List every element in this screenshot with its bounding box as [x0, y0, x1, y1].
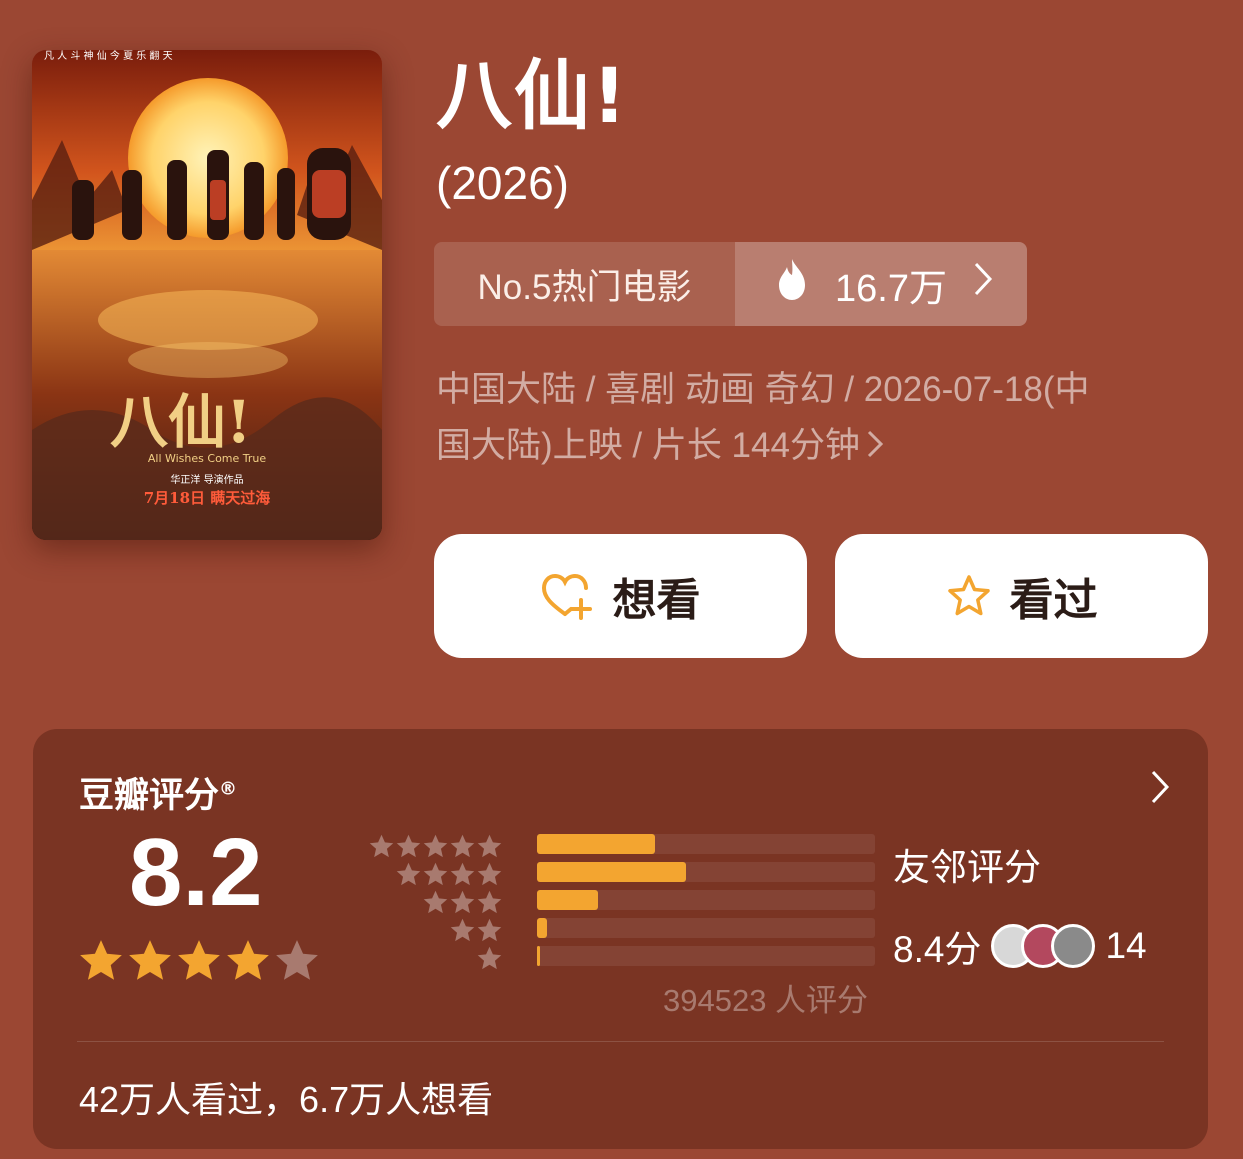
distribution-row-3: [367, 889, 967, 914]
heat-value: 16.7万: [835, 267, 947, 310]
poster-artwork: 凡 人 斗 神 仙 今 夏 乐 翻 天 八仙! All Wishes Come …: [32, 50, 382, 540]
star-small-icon: [476, 833, 503, 864]
rating-title: 豆瓣评分®: [79, 776, 238, 816]
distribution-bar-track: [537, 862, 875, 882]
distribution-bar-fill: [537, 834, 656, 854]
watch-stats: 42万人看过，6.7万人想看: [79, 1079, 494, 1120]
star-small-icon: [395, 861, 422, 892]
star-small-icon: [476, 917, 503, 948]
chevron-right-icon: [866, 420, 884, 476]
rating-score: 8.2: [129, 819, 263, 926]
meta-line-2: 国大陆)上映 / 片长 144分钟: [436, 426, 860, 465]
distribution-row-2: [367, 917, 967, 942]
star-small-icon: [422, 861, 449, 892]
star-outline-icon: [946, 573, 992, 619]
movie-meta[interactable]: 中国大陆 / 喜剧 动画 奇幻 / 2026-07-18(中 国大陆)上映 / …: [436, 362, 1196, 476]
distribution-row-4: [367, 861, 967, 886]
star-small-icon: [476, 861, 503, 892]
distribution-stars: [449, 917, 503, 948]
distribution-bar-track: [537, 834, 875, 854]
distribution-stars: [395, 861, 503, 892]
poster-release-line: 7月18日 瞒天过海: [144, 489, 271, 507]
rating-stars: [77, 937, 322, 989]
star-small-icon: [449, 861, 476, 892]
meta-line-1: 中国大陆 / 喜剧 动画 奇幻 / 2026-07-18(中: [436, 370, 1090, 409]
distribution-bar-fill: [537, 918, 548, 938]
star-filled-icon: [126, 937, 174, 989]
star-small-icon: [449, 889, 476, 920]
distribution-stars: [368, 833, 503, 864]
raters-count: 394523 人评分: [663, 983, 869, 1018]
want-to-watch-label: 想看: [612, 575, 701, 626]
friend-rating[interactable]: 8.4分 14: [893, 919, 1147, 973]
distribution-row-5: [367, 833, 967, 858]
distribution-bar-track: [537, 890, 875, 910]
chevron-right-icon: [973, 261, 993, 307]
distribution-row-1: [367, 945, 967, 970]
hot-rank-bar: No.5热门电影 16.7万: [434, 242, 1027, 326]
heat-button[interactable]: 16.7万: [735, 242, 1027, 326]
divider: [77, 1041, 1164, 1042]
friend-score-value: 8.4分: [893, 929, 982, 970]
watched-label: 看过: [1009, 575, 1098, 626]
distribution-stars: [422, 889, 503, 920]
star-empty-icon: [273, 937, 321, 989]
star-small-icon: [449, 917, 476, 948]
distribution-bar-fill: [537, 946, 541, 966]
poster-director: 华正洋 导演作品: [170, 473, 243, 486]
poster-tagline: 凡 人 斗 神 仙 今 夏 乐 翻 天: [44, 50, 173, 62]
movie-year: (2026): [436, 157, 569, 209]
star-small-icon: [449, 833, 476, 864]
star-small-icon: [395, 833, 422, 864]
star-small-icon: [368, 833, 395, 864]
poster-logo: 八仙!: [110, 388, 251, 456]
star-filled-icon: [77, 937, 125, 989]
star-small-icon: [422, 833, 449, 864]
heart-plus-icon: [541, 572, 595, 620]
rating-card[interactable]: 豆瓣评分® 8.2 394523 人评分 友邻评分 8.4分 14 42万人看过…: [33, 729, 1208, 1149]
chevron-right-icon[interactable]: [1150, 769, 1170, 809]
star-filled-icon: [224, 937, 272, 989]
friend-rating-title: 友邻评分: [893, 846, 1041, 889]
star-filled-icon: [175, 937, 223, 989]
star-small-icon: [476, 889, 503, 920]
movie-poster[interactable]: 凡 人 斗 神 仙 今 夏 乐 翻 天 八仙! All Wishes Come …: [32, 50, 382, 540]
friend-count: 14: [1105, 925, 1147, 966]
flame-icon: [775, 257, 809, 311]
movie-title: 八仙!: [436, 51, 629, 140]
avatar[interactable]: [1051, 924, 1096, 968]
distribution-bar-track: [537, 918, 875, 938]
hot-rank-label[interactable]: No.5热门电影: [434, 242, 735, 326]
distribution-bar-fill: [537, 890, 598, 910]
star-small-icon: [422, 889, 449, 920]
distribution-bar-fill: [537, 862, 686, 882]
distribution-bar-track: [537, 946, 875, 966]
distribution-stars: [476, 945, 503, 976]
watched-button[interactable]: 看过: [835, 534, 1208, 658]
star-small-icon: [476, 945, 503, 976]
poster-english-title: All Wishes Come True: [148, 452, 267, 465]
want-to-watch-button[interactable]: 想看: [434, 534, 807, 658]
